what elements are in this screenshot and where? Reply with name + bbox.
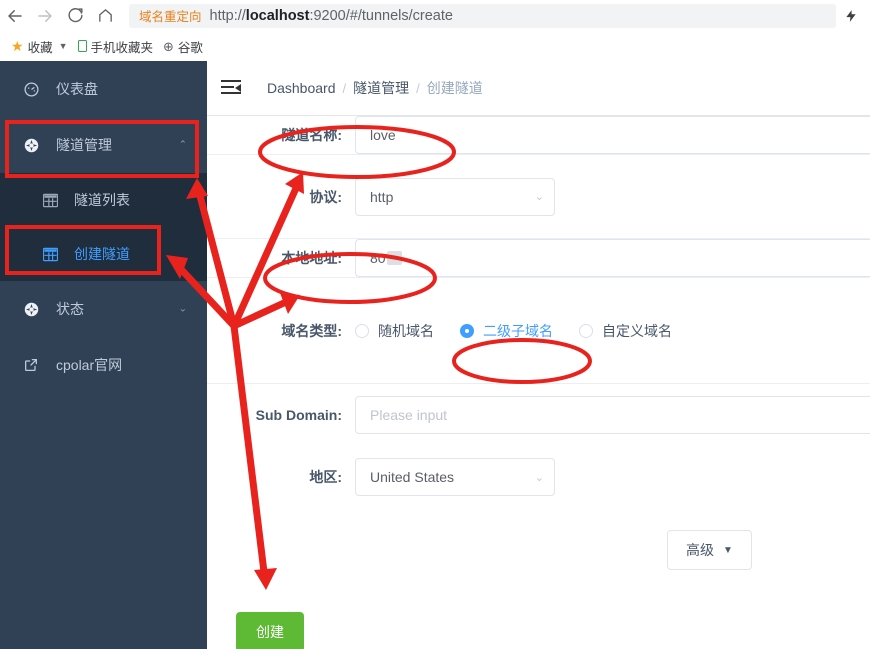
home-icon[interactable] (90, 1, 120, 31)
region-value: United States (370, 469, 455, 485)
reload-icon[interactable] (60, 1, 90, 31)
sidebar-item-label: 仪表盘 (56, 81, 98, 97)
chevron-down-icon: ⌄ (534, 471, 544, 484)
sub-domain-placeholder: Please input (370, 407, 448, 423)
breadcrumb-separator: / (342, 80, 347, 96)
chevron-down-icon: ⌄ (534, 191, 544, 203)
sidebar-item-status[interactable]: 状态 ⌄ (0, 281, 207, 337)
bookmark-favorites[interactable]: ★ 收藏 ▼ (6, 35, 73, 57)
sidebar: 仪表盘 隧道管理 ⌃ 隧道列表 创建隧道 状态 ⌄ cpolar官网 (0, 61, 207, 649)
form-row-protocol: 协议: http ⌄ (207, 155, 870, 239)
local-address-input[interactable]: 80 (355, 239, 870, 277)
sidebar-item-tunnel-management[interactable]: 隧道管理 ⌃ (0, 117, 207, 173)
breadcrumb-dashboard[interactable]: Dashboard (267, 80, 336, 96)
screenshot-root: 域名重定向 http://localhost:9200/#/tunnels/cr… (0, 0, 870, 649)
region-label: 地区: (309, 469, 342, 485)
radio-dot-icon (579, 323, 593, 338)
breadcrumb-tunnel-management[interactable]: 隧道管理 (353, 78, 409, 98)
tunnel-name-input[interactable]: love (355, 116, 870, 154)
protocol-value: http (370, 188, 394, 205)
address-bar[interactable]: 域名重定向 http://localhost:9200/#/tunnels/cr… (129, 3, 836, 28)
advanced-button[interactable]: 高级 ▼ (667, 530, 752, 570)
omnibox-redirect-tag: 域名重定向 (139, 10, 202, 24)
chevron-down-icon[interactable]: ▼ (59, 41, 68, 51)
bookmarks-bar: ★ 收藏 ▼ 手机收藏夹 ⊕ 谷歌 (0, 31, 870, 61)
tunnel-name-label: 隧道名称: (281, 127, 342, 143)
phone-icon (77, 40, 87, 52)
sidebar-submenu-tunnel: 隧道列表 创建隧道 (0, 173, 207, 281)
advanced-label: 高级 (686, 542, 714, 558)
status-icon (20, 301, 42, 318)
form-row-sub-domain: Sub Domain: Please input (207, 384, 870, 446)
redaction-block (386, 251, 402, 265)
domain-type-radio-group: 随机域名 二级子域名 自定义域名 (355, 311, 698, 351)
form-row-region: 地区: United States ⌄ (207, 446, 870, 508)
create-row: 创建 (207, 570, 870, 649)
bookmark-label: 收藏 (27, 40, 53, 55)
form-row-domain-type: 域名类型: 随机域名 二级子域名 自定义域名 (207, 278, 870, 384)
main-content: Dashboard / 隧道管理 / 创建隧道 隧道名称: love 协议: h… (207, 61, 870, 649)
star-icon: ★ (11, 38, 24, 54)
domain-type-label: 域名类型: (281, 322, 342, 339)
protocol-select[interactable]: http ⌄ (355, 177, 555, 216)
breadcrumb: Dashboard / 隧道管理 / 创建隧道 (267, 78, 483, 98)
create-tunnel-form: 隧道名称: love 协议: http ⌄ 本地地址: 80 域名类型: 随机域… (207, 116, 870, 649)
back-arrow-icon[interactable] (0, 1, 30, 31)
bookmark-label: 谷歌 (177, 40, 203, 55)
table-icon (40, 247, 60, 262)
bookmark-mobile-favorites[interactable]: 手机收藏夹 (73, 35, 159, 57)
chevron-down-icon: ⌄ (178, 303, 187, 315)
globe-icon: ⊕ (163, 38, 174, 54)
sidebar-item-dashboard[interactable]: 仪表盘 (0, 61, 207, 117)
triangle-down-icon: ▼ (723, 544, 733, 556)
dashboard-icon (20, 81, 42, 98)
sidebar-item-label: 状态 (56, 301, 84, 317)
radio-second-level-subdomain[interactable]: 二级子域名 (460, 321, 553, 341)
sidebar-item-cpolar-website[interactable]: cpolar官网 (0, 337, 207, 393)
local-address-value: 80 (370, 250, 386, 266)
breadcrumb-current: 创建隧道 (426, 80, 483, 96)
sidebar-item-label: cpolar官网 (56, 357, 123, 373)
radio-label: 随机域名 (378, 322, 434, 339)
sidebar-item-label: 创建隧道 (74, 246, 130, 262)
tunnel-name-value: love (370, 127, 396, 143)
radio-label: 二级子域名 (483, 322, 553, 339)
radio-dot-icon (460, 323, 474, 338)
omnibox-url: http://localhost:9200/#/tunnels/create (209, 7, 453, 24)
radio-custom-domain[interactable]: 自定义域名 (579, 321, 672, 341)
protocol-label: 协议: (309, 188, 342, 205)
bookmark-google[interactable]: ⊕ 谷歌 (158, 35, 208, 57)
sub-domain-input[interactable]: Please input (355, 396, 870, 434)
table-icon (40, 193, 60, 208)
sidebar-item-label: 隧道管理 (56, 137, 112, 153)
bookmark-label: 手机收藏夹 (90, 40, 154, 55)
chevron-up-icon: ⌃ (178, 139, 187, 151)
local-address-label: 本地地址: (281, 250, 342, 266)
radio-dot-icon (355, 323, 369, 338)
region-select[interactable]: United States ⌄ (355, 458, 555, 496)
sidebar-item-label: 隧道列表 (74, 192, 130, 208)
forward-arrow-icon[interactable] (30, 1, 60, 31)
browser-toolbar: 域名重定向 http://localhost:9200/#/tunnels/cr… (0, 0, 870, 31)
lightning-bolt-icon[interactable] (838, 3, 864, 29)
sub-domain-label: Sub Domain: (255, 407, 342, 423)
radio-random-domain[interactable]: 随机域名 (355, 321, 434, 341)
radio-label: 自定义域名 (602, 322, 672, 339)
advanced-row: 高级 ▼ (207, 508, 870, 570)
form-row-local-address: 本地地址: 80 (207, 239, 870, 278)
form-row-tunnel-name: 隧道名称: love (207, 116, 870, 155)
collapse-menu-icon[interactable] (221, 80, 243, 96)
sidebar-item-tunnel-list[interactable]: 隧道列表 (0, 173, 207, 227)
tunnel-icon (20, 137, 42, 154)
create-button[interactable]: 创建 (236, 612, 304, 649)
breadcrumb-separator: / (416, 80, 420, 96)
top-navigation-bar: Dashboard / 隧道管理 / 创建隧道 (207, 61, 870, 116)
external-link-icon (20, 357, 42, 373)
sidebar-item-create-tunnel[interactable]: 创建隧道 (0, 227, 207, 281)
